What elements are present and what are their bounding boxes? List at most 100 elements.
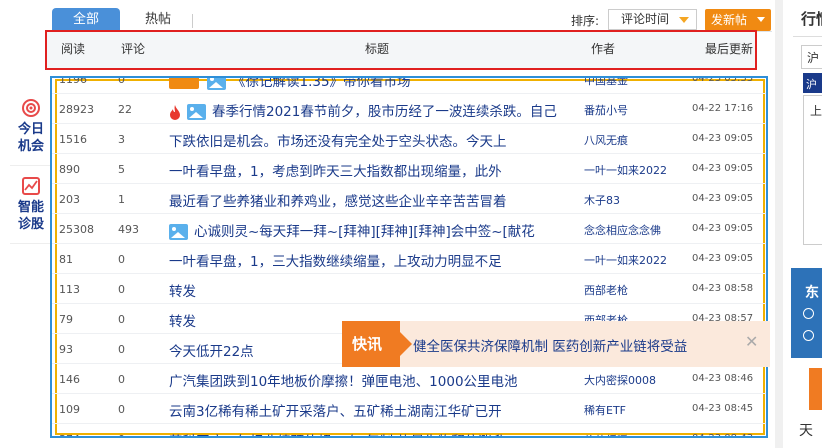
table-header: 阅读 评论 标题 作者 最后更新: [45, 30, 757, 70]
row-title-text: 《徐记解读1.35》带你看市场: [232, 76, 411, 90]
image-icon: [207, 78, 226, 90]
flash-news-banner[interactable]: 快讯 健全医保共济保障机制 医药创新产业链将受益 ✕: [342, 321, 770, 367]
market-chart: 上: [803, 95, 822, 245]
row-title-link[interactable]: 最近看了些养猪业和养鸡业，感觉这些企业辛辛苦苦冒着: [169, 190, 579, 210]
right-panel: 行情 沪 沪 上 东 天: [783, 0, 822, 448]
promo-card-title: 东: [805, 285, 819, 301]
row-title-link[interactable]: 广汽集团跌到10年地板价摩擦！弹匣电池、1000公里电池: [169, 370, 579, 390]
right-panel-label: 天: [799, 423, 813, 439]
post-list: 1196 0 《徐记解读1.35》带你看市场 中国基金 04-23 05:33 28923…: [50, 76, 768, 438]
table-row[interactable]: 81 0 一叶看早盘，1，三大指数继续缩量，上攻动力明显不足 一叶一如来2022 04-…: [52, 244, 766, 274]
row-title-link[interactable]: 心诚则灵~每天拜一拜~[拜神][拜神][拜神]会中签~[献花: [169, 220, 579, 240]
chevron-down-icon: [679, 17, 689, 23]
column-header-title: 标题: [365, 42, 390, 56]
row-title-link[interactable]: 《徐记解读1.35》带你看市场: [169, 76, 579, 90]
row-reads: 1196: [59, 76, 87, 86]
row-reads: 25308: [59, 223, 94, 236]
post-rows: 1196 0 《徐记解读1.35》带你看市场 中国基金 04-23 05:33 28923…: [52, 76, 766, 436]
table-row[interactable]: 113 0 转发 西部老枪 04-23 08:58: [52, 274, 766, 304]
row-reads: 374: [59, 433, 80, 436]
row-title-text: 一叶看早盘，1，考虑到昨天三大指数都出现缩量，此外: [169, 164, 502, 180]
row-reads: 79: [59, 313, 73, 326]
row-author-link[interactable]: 西部老枪: [584, 282, 684, 298]
column-header-comments[interactable]: 评论: [121, 40, 145, 57]
close-icon[interactable]: ✕: [745, 332, 758, 351]
row-title-text: 广汽集团跌到10年地板价摩擦！弹匣电池、1000公里电池: [169, 374, 518, 390]
row-reads: 109: [59, 403, 80, 416]
row-comments: 0: [118, 76, 125, 86]
column-header-updated[interactable]: 最后更新: [705, 40, 753, 57]
row-time: 04-23 09:05: [692, 193, 754, 204]
row-title-link[interactable]: 下跌依旧是机会。市场还没有完全处于空头状态。今天上: [169, 130, 579, 150]
tab-hot[interactable]: 热帖: [128, 8, 188, 32]
row-author-link[interactable]: 念念相应念念佛: [584, 222, 684, 238]
row-time: 04-23 08:46: [692, 373, 754, 384]
row-time: 04-23 05:33: [692, 76, 754, 84]
side-item-smart-diagnosis[interactable]: 智能 诊股: [10, 166, 52, 244]
sort-dropdown[interactable]: 评论时间: [608, 9, 697, 30]
table-row[interactable]: 25308 493 心诚则灵~每天拜一拜~[拜神][拜神][拜神]会中签~[献花 念念…: [52, 214, 766, 244]
table-row[interactable]: 109 0 云南3亿稀有稀土矿开采落户、五矿稀土湖南江华矿已开 稀有ETF 04-23 …: [52, 394, 766, 424]
row-author-link[interactable]: 一叶一如来2022: [584, 252, 684, 268]
row-comments: 3: [118, 133, 125, 146]
table-row[interactable]: 146 0 广汽集团跌到10年地板价摩擦！弹匣电池、1000公里电池 大内密探0008…: [52, 364, 766, 394]
row-author-link[interactable]: 稀有ETF: [584, 402, 684, 418]
row-time: 04-23 09:05: [692, 223, 754, 234]
row-author-link[interactable]: 中国基金: [584, 78, 684, 88]
table-row[interactable]: 1516 3 下跌依旧是机会。市场还没有完全处于空头状态。今天上 八风无痕 04-23 …: [52, 124, 766, 154]
row-author-link[interactable]: 番茄小号: [584, 102, 684, 118]
row-title-link[interactable]: 云南3亿稀有稀土矿开采落户、五矿稀土湖南江华矿已开: [169, 400, 579, 420]
table-row[interactable]: 28923 22 春季行情2021春节前夕，股市历经了一波连续杀跌。自己 番茄小号 04…: [52, 94, 766, 124]
row-author-link[interactable]: 八风无痕: [584, 132, 684, 148]
scrollbar[interactable]: [775, 0, 783, 448]
row-title-text: 转发: [169, 314, 196, 330]
row-author-link[interactable]: 木子83: [584, 192, 684, 208]
row-title-text: 下跌依旧是机会。市场还没有完全处于空头状态。今天上: [169, 134, 507, 150]
market-select[interactable]: 沪: [801, 45, 822, 69]
row-title-text: 今天低开22点: [169, 344, 254, 360]
row-comments: 0: [118, 403, 125, 416]
tab-all[interactable]: 全部: [52, 8, 120, 32]
sort-value: 评论时间: [621, 12, 670, 26]
row-reads: 28923: [59, 103, 94, 116]
row-title-link[interactable]: 一叶看早盘，1，考虑到昨天三大指数都出现缩量，此外: [169, 160, 579, 180]
row-comments: 0: [118, 433, 125, 436]
row-title-text: 云南3亿稀有稀土矿开采落户、五矿稀土湖南江华矿已开: [169, 404, 502, 420]
row-comments: 22: [118, 103, 132, 116]
row-title-text: 一叶看早盘，1，三大指数继续缩量，上攻动力明显不足: [169, 254, 502, 270]
promo-card[interactable]: 东: [791, 268, 822, 358]
row-reads: 203: [59, 193, 80, 206]
row-author-link[interactable]: 一叶一如来2022: [584, 162, 684, 178]
row-comments: 0: [118, 313, 125, 326]
column-header-reads[interactable]: 阅读: [61, 40, 85, 57]
image-icon: [187, 104, 206, 120]
side-item-today-opportunity[interactable]: 今日 机会: [10, 88, 52, 166]
row-comments: 0: [118, 283, 125, 296]
table-row[interactable]: 203 1 最近看了些养猪业和养鸡业，感觉这些企业辛辛苦苦冒着 木子83 04-23 0…: [52, 184, 766, 214]
row-title-link[interactable]: 春季行情2021春节前夕，股市历经了一波连续杀跌。自己: [169, 100, 579, 120]
row-author-link[interactable]: 大内密探0008: [584, 372, 684, 388]
check-icon: [803, 330, 814, 341]
target-icon: [22, 98, 40, 117]
promo-button[interactable]: [809, 368, 822, 410]
row-comments: 0: [118, 253, 125, 266]
row-time: 04-23 08:45: [692, 403, 754, 414]
image-icon: [169, 224, 188, 240]
flash-news-tag: 快讯: [342, 321, 412, 367]
table-row[interactable]: 1196 0 《徐记解读1.35》带你看市场 中国基金 04-23 05:33: [52, 76, 766, 94]
new-post-button[interactable]: 发新帖: [705, 9, 771, 31]
row-reads: 93: [59, 343, 73, 356]
flash-news-text[interactable]: 健全医保共济保障机制 医药创新产业链将受益: [413, 335, 687, 355]
row-title-link[interactable]: 转发: [169, 280, 579, 300]
side-item-label: 智能: [17, 199, 44, 215]
market-tab[interactable]: 沪: [803, 73, 822, 93]
top-tag-icon: [169, 78, 199, 89]
fire-icon: [170, 104, 180, 120]
table-row[interactable]: 890 5 一叶看早盘，1，考虑到昨天三大指数都出现缩量，此外 一叶一如来2022 04…: [52, 154, 766, 184]
row-title-link[interactable]: 一叶看早盘，1，三大指数继续缩量，上攻动力明显不足: [169, 250, 579, 270]
row-author-link[interactable]: 价值缓瞬103: [584, 432, 684, 436]
row-title-link[interactable]: 英科医疗一年报业绩预估超45亿 复制 热景生物翻倍涨升: [169, 430, 579, 436]
new-post-label: 发新帖: [711, 13, 748, 27]
side-item-label: 机会: [17, 138, 44, 154]
table-row[interactable]: 374 0 英科医疗一年报业绩预估超45亿 复制 热景生物翻倍涨升 价值缓瞬103 04…: [52, 424, 766, 436]
